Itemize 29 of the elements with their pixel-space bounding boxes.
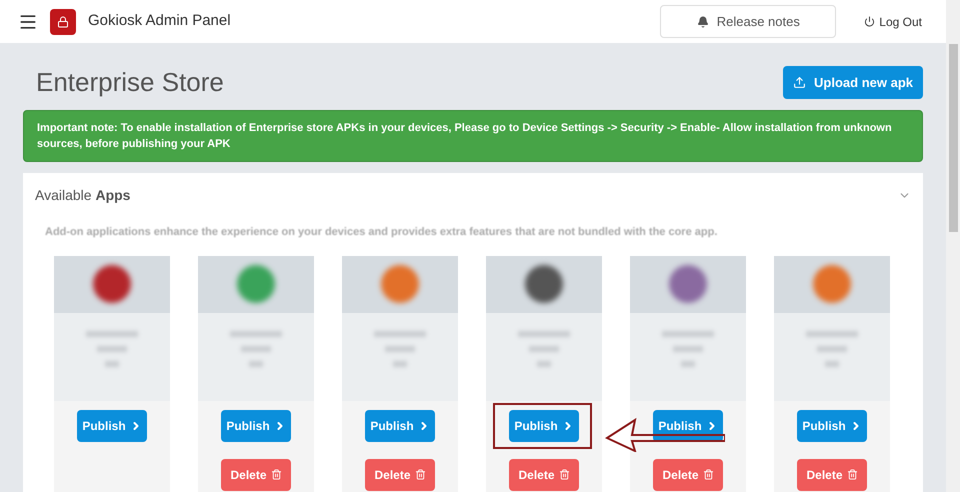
trash-icon: [558, 469, 570, 480]
app-title: Gokiosk Admin Panel: [88, 11, 231, 32]
notice-banner: Important note: To enable installation of Enterprise store APKs in your devices, Please go to Device Settings -> Security -> Enable- Allow installation from unknown sources, before publishing your APK: [23, 110, 923, 162]
page-title: Enterprise Store: [36, 66, 224, 99]
publish-button[interactable]: Publish: [653, 410, 723, 442]
logo-icon: [50, 8, 76, 34]
release-notes-button[interactable]: Release notes: [660, 5, 836, 38]
trash-icon: [414, 469, 426, 480]
trash-icon: [270, 469, 282, 480]
bell-icon: [696, 16, 709, 28]
panel-description: Add-on applications enhance the experience on your devices and provides extra features that are not bundled with the core app.: [45, 225, 718, 240]
delete-button[interactable]: Delete: [509, 458, 579, 490]
upload-icon: [793, 76, 806, 89]
trash-icon: [702, 469, 714, 480]
scrollbar[interactable]: [946, 0, 960, 492]
delete-button[interactable]: Delete: [365, 458, 435, 490]
delete-button[interactable]: Delete: [653, 458, 723, 490]
logout-button[interactable]: Log Out: [864, 12, 922, 30]
publish-button[interactable]: Publish: [509, 410, 579, 442]
publish-button[interactable]: Publish: [221, 410, 291, 442]
power-icon: [864, 16, 876, 27]
panel-title: Available Apps: [35, 186, 130, 205]
delete-button[interactable]: Delete: [797, 458, 867, 490]
publish-button[interactable]: Publish: [365, 410, 435, 442]
trash-icon: [846, 469, 858, 480]
upload-apk-button[interactable]: Upload new apk: [783, 66, 923, 99]
delete-button[interactable]: Delete: [221, 458, 291, 490]
publish-button[interactable]: Publish: [77, 410, 147, 442]
publish-button[interactable]: Publish: [797, 410, 867, 442]
